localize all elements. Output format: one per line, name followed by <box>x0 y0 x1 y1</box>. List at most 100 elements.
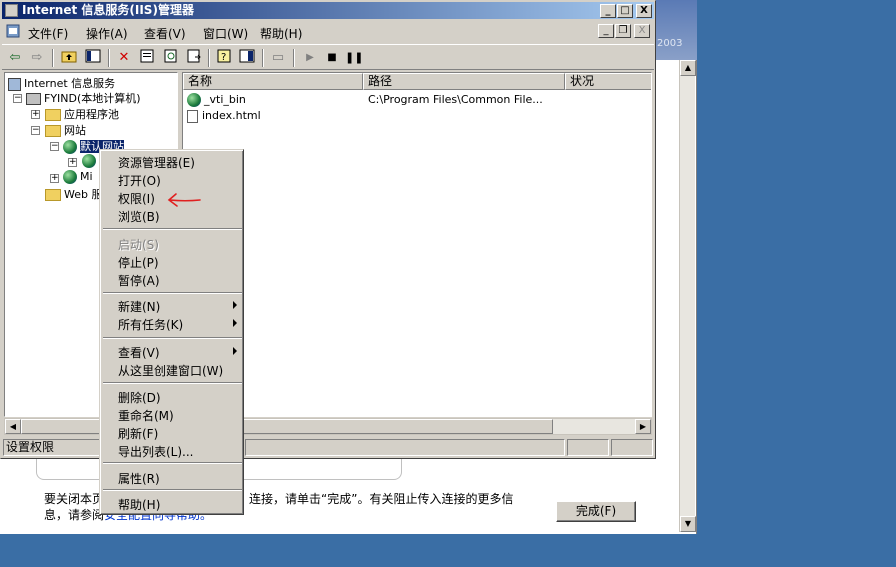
back-icon[interactable]: ⇦ <box>6 49 24 67</box>
show-hide-action-pane-icon[interactable] <box>238 49 256 67</box>
menu-item-new-window[interactable]: 从这里创建窗口(W) <box>118 362 223 379</box>
scroll-thumb[interactable] <box>243 419 553 434</box>
menu-item-refresh[interactable]: 刷新(F) <box>118 425 158 442</box>
title-bar[interactable]: Internet 信息服务(IIS)管理器 _ □ X <box>2 2 654 19</box>
body-text-prefix: 要关闭本页 <box>44 492 105 506</box>
globe-icon <box>63 140 77 154</box>
wizard-vertical-scrollbar[interactable]: ▲ ▼ <box>679 60 696 532</box>
collapse-icon[interactable]: − <box>50 142 59 151</box>
tree-node-app-pools[interactable]: 应用程序池 <box>45 106 119 122</box>
expand-icon[interactable]: + <box>68 158 77 167</box>
tree-web-ext-label: Web 服 <box>64 188 103 201</box>
scroll-right-icon[interactable]: ▶ <box>635 419 651 434</box>
expand-icon[interactable]: + <box>50 174 59 183</box>
menu-help[interactable]: 帮助(H) <box>260 25 302 42</box>
tree-node-web-ext[interactable]: Web 服 <box>45 186 102 202</box>
list-item-name: index.html <box>202 109 261 122</box>
list-horizontal-scrollbar[interactable]: ▶ <box>182 418 652 435</box>
menu-item-all-tasks[interactable]: 所有任务(K) <box>118 316 183 333</box>
menu-item-permissions[interactable]: 权限(I) <box>118 190 155 207</box>
mdi-minimize-button[interactable]: _ <box>598 24 614 38</box>
delete-icon[interactable]: ✕ <box>115 49 133 67</box>
menu-bar: 文件(F) 操作(A) 查看(V) 窗口(W) 帮助(H) _ ❐ X <box>2 21 654 43</box>
body-text-line2: 息，请参阅 <box>44 508 105 522</box>
menu-file[interactable]: 文件(F) <box>28 25 68 42</box>
menu-separator <box>103 337 242 339</box>
up-folder-icon[interactable] <box>60 49 78 67</box>
tree-root-label: Internet 信息服务 <box>24 77 116 90</box>
list-item[interactable]: _vti_bin <box>187 93 246 107</box>
toolbar-separator <box>293 49 295 67</box>
refresh-icon[interactable] <box>162 49 180 67</box>
details-list-pane[interactable]: 名称 路径 状况 _vti_bin C:\Program Files\Commo… <box>182 72 652 417</box>
folder-icon <box>45 189 61 201</box>
collapse-icon[interactable]: − <box>13 94 22 103</box>
tree-node-site2[interactable]: Mi <box>63 170 93 184</box>
menu-item-browse[interactable]: 浏览(B) <box>118 208 160 225</box>
menu-item-rename[interactable]: 重命名(M) <box>118 407 174 424</box>
minimize-button[interactable]: _ <box>600 4 616 18</box>
menu-item-delete[interactable]: 删除(D) <box>118 389 161 406</box>
menu-view[interactable]: 查看(V) <box>144 25 186 42</box>
toolbar-separator <box>262 49 264 67</box>
menu-item-stop[interactable]: 停止(P) <box>118 254 159 271</box>
menu-item-open[interactable]: 打开(O) <box>118 172 161 189</box>
list-item-path: C:\Program Files\Common File... <box>368 93 543 106</box>
tree-websites-label: 网站 <box>64 124 86 137</box>
stop-icon[interactable]: ■ <box>323 49 341 67</box>
mdi-close-button[interactable]: X <box>634 24 650 38</box>
column-header-name[interactable]: 名称 <box>183 73 363 90</box>
tree-node-computer[interactable]: FYIND(本地计算机) <box>26 90 141 106</box>
finish-button[interactable]: 完成(F) <box>556 501 636 522</box>
menu-item-start: 启动(S) <box>118 238 159 252</box>
wizard-year-label: 2003 <box>657 38 683 49</box>
tree-computer-label: FYIND(本地计算机) <box>44 92 141 105</box>
menu-item-new[interactable]: 新建(N) <box>118 298 160 315</box>
tree-node-iis-root[interactable]: Internet 信息服务 <box>8 75 115 91</box>
menu-item-help[interactable]: 帮助(H) <box>118 496 160 513</box>
pause-icon[interactable]: ❚❚ <box>345 49 363 67</box>
expand-icon[interactable]: + <box>31 110 40 119</box>
export-list-icon[interactable] <box>185 49 203 67</box>
maximize-button[interactable]: □ <box>617 4 633 18</box>
forward-icon[interactable]: ⇨ <box>28 49 46 67</box>
window-title: Internet 信息服务(IIS)管理器 <box>22 3 194 17</box>
svg-text:?: ? <box>221 52 226 63</box>
menu-window[interactable]: 窗口(W) <box>203 25 248 42</box>
help-icon[interactable]: ? <box>215 49 233 67</box>
computer-icon[interactable]: ▭ <box>269 49 287 67</box>
menu-action[interactable]: 操作(A) <box>86 25 128 42</box>
menu-item-view[interactable]: 查看(V) <box>118 344 160 361</box>
menu-item-pause[interactable]: 暂停(A) <box>118 272 160 289</box>
menu-item-export-list[interactable]: 导出列表(L)... <box>118 443 194 460</box>
tree-node-websites[interactable]: 网站 <box>45 122 86 138</box>
globe-icon <box>63 170 77 184</box>
red-arrow-icon <box>167 193 201 207</box>
app-icon <box>5 4 18 17</box>
scroll-up-icon[interactable]: ▲ <box>680 60 696 76</box>
tree-node-child[interactable] <box>82 154 99 168</box>
submenu-arrow-icon <box>233 347 237 355</box>
show-hide-tree-icon[interactable] <box>84 49 102 67</box>
iis-icon <box>8 77 21 91</box>
toolbar-separator <box>52 49 54 67</box>
scroll-left-icon[interactable]: ◀ <box>5 419 21 434</box>
close-button[interactable]: X <box>636 4 652 18</box>
list-item[interactable]: index.html <box>187 109 261 123</box>
start-icon[interactable]: ▶ <box>301 49 319 67</box>
list-item-name: _vti_bin <box>204 93 246 106</box>
properties-icon[interactable] <box>138 49 156 67</box>
globe-icon <box>82 154 96 168</box>
menu-item-properties[interactable]: 属性(R) <box>118 470 160 487</box>
column-header-status[interactable]: 状况 <box>565 73 651 90</box>
mdi-restore-button[interactable]: ❐ <box>615 24 631 38</box>
console-icon[interactable] <box>6 24 20 38</box>
tree-app-pools-label: 应用程序池 <box>64 108 119 121</box>
scroll-down-icon[interactable]: ▼ <box>680 516 696 532</box>
column-header-path[interactable]: 路径 <box>363 73 565 90</box>
body-text-suffix: 连接，请单击“完成”。有关阻止传入连接的更多信 <box>249 492 514 506</box>
status-cell-3 <box>567 439 609 456</box>
scroll-thumb[interactable] <box>21 419 111 434</box>
menu-item-explore[interactable]: 资源管理器(E) <box>118 154 195 171</box>
collapse-icon[interactable]: − <box>31 126 40 135</box>
